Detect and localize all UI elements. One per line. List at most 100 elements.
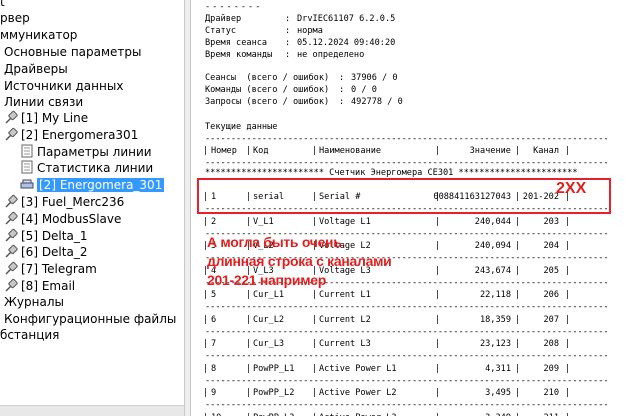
- tree-node-label: рвер: [0, 11, 30, 25]
- plug-icon: [5, 244, 18, 258]
- cell-num: 7: [211, 339, 217, 349]
- tree-node-label: Основные параметры: [4, 45, 142, 59]
- table-row-border: ----------------------------------------…: [205, 351, 609, 361]
- header-name: Наименование: [319, 146, 382, 156]
- tree-node-label: Журналы: [4, 295, 64, 309]
- panel-splitter[interactable]: [184, 0, 191, 416]
- table-separator: |: [203, 315, 209, 325]
- tree-node-logs[interactable]: Журналы: [4, 294, 64, 311]
- tree-node-label: бстанция: [0, 328, 60, 342]
- cell-channel: 208: [543, 339, 559, 349]
- cell-name: Current L3: [319, 339, 371, 349]
- tree-node-line-params[interactable]: Параметры линии: [20, 144, 152, 161]
- table-separator: |: [246, 146, 252, 156]
- table-row-border: ----------------------------------------…: [205, 376, 609, 386]
- session-time-value: 05.12.2024 09:40:20: [297, 38, 396, 48]
- top-separator: --------: [205, 2, 263, 12]
- navigation-tree: t рвер ммуникатор Основные параметры Дра…: [0, 0, 184, 416]
- tree-node-label: Параметры линии: [37, 145, 152, 159]
- cell-code: PowPP_L1: [253, 364, 295, 374]
- cell-code: PowPP_L2: [253, 388, 295, 398]
- tree-node-line-2[interactable]: [2] Energomera301: [4, 127, 138, 144]
- tree-node-line-8[interactable]: [8] Email: [4, 278, 75, 295]
- annotation-line-2: длинная строка с каналами: [207, 253, 392, 269]
- plug-icon: [5, 228, 18, 242]
- plug-icon: [5, 110, 18, 124]
- header-code: Код: [253, 146, 269, 156]
- table-row-border: ----------------------------------------…: [205, 327, 609, 337]
- tree-node-config-files[interactable]: Конфигурационные файлы: [4, 311, 176, 328]
- tree-node-line-5[interactable]: [5] Delta_1: [4, 228, 87, 245]
- document-icon: [21, 160, 33, 174]
- tree-node-main-params[interactable]: Основные параметры: [4, 44, 142, 61]
- table-separator: |: [565, 241, 571, 251]
- tree-node-line-3[interactable]: [3] Fuel_Merc236: [4, 194, 124, 211]
- tree-node-line-stats[interactable]: Статистика линии: [20, 160, 153, 177]
- tree-node-energomera-device[interactable]: [2] Energomera_301: [20, 177, 165, 194]
- tree-node-label: [2] Energomera301: [21, 128, 139, 142]
- cell-channel: 206: [543, 290, 559, 300]
- header-channel: Канал: [533, 146, 559, 156]
- table-separator: |: [246, 290, 252, 300]
- annotation-badge: 2XX: [556, 180, 587, 197]
- annotation-line-1: А могла быть очень: [207, 234, 342, 250]
- tree-node-label: [8] Email: [21, 279, 76, 293]
- tree-node-comm-lines[interactable]: Линии связи: [4, 94, 83, 111]
- status-label: Статус: [205, 26, 237, 36]
- cell-num: 6: [211, 315, 217, 325]
- colon: :: [285, 14, 296, 24]
- tree-node-line-1[interactable]: [1] My Line: [4, 110, 88, 127]
- cell-channel: 204: [543, 241, 559, 251]
- device-icon: [20, 179, 34, 189]
- cell-channel: 205: [543, 266, 559, 276]
- driver-value: DrvIEC61107 6.2.0.5: [297, 14, 396, 24]
- sessions-label: Сеансы (всего / ошибок): [205, 73, 330, 83]
- table-separator: |: [246, 364, 252, 374]
- table-border: ----------------------------------------…: [205, 134, 609, 144]
- table-separator: |: [565, 146, 571, 156]
- command-time-value: не определено: [297, 50, 365, 60]
- table-row-border: ----------------------------------------…: [205, 302, 609, 312]
- table-border: ----------------------------------------…: [205, 158, 609, 168]
- tree-node-substation[interactable]: бстанция: [0, 327, 59, 344]
- plug-icon: [5, 278, 18, 292]
- table-separator: |: [246, 339, 252, 349]
- plug-icon: [5, 194, 18, 208]
- colon: :: [339, 85, 350, 95]
- colon: :: [339, 97, 350, 107]
- cell-num: 2: [211, 217, 217, 227]
- cell-num: 9: [211, 388, 217, 398]
- tree-node-label: [2] Energomera_301: [37, 178, 165, 192]
- cell-code: Cur_L1: [253, 290, 285, 300]
- table-separator: |: [203, 339, 209, 349]
- tree-node-label: Конфигурационные файлы: [4, 312, 177, 326]
- table-separator: |: [565, 339, 571, 349]
- tree-node-server[interactable]: рвер: [0, 10, 30, 27]
- cell-name: Voltage L1: [319, 217, 371, 227]
- tree-node-line-6[interactable]: [6] Delta_2: [4, 244, 87, 261]
- tree-horizontal-scrollbar[interactable]: [0, 405, 184, 416]
- tree-node-data-sources[interactable]: Источники данных: [4, 78, 123, 95]
- table-separator: |: [312, 364, 318, 374]
- tree-node-communicator[interactable]: ммуникатор: [0, 27, 77, 44]
- table-separator: |: [246, 315, 252, 325]
- colon: :: [285, 50, 296, 60]
- tree-node-line-4[interactable]: [4] ModbusSlave: [4, 211, 121, 228]
- status-value: норма: [297, 26, 323, 36]
- table-separator: |: [246, 388, 252, 398]
- tree-node-label: ммуникатор: [0, 28, 78, 42]
- requests-value: 492778 / 0: [351, 97, 403, 107]
- highlight-box: [197, 178, 611, 214]
- plug-icon: [5, 211, 18, 225]
- current-data-title: Текущие данные: [205, 122, 278, 132]
- tree-node-label: [4] ModbusSlave: [21, 212, 122, 226]
- cell-name: Active Power L2: [319, 388, 397, 398]
- tree-node-line-7[interactable]: [7] Telegram: [4, 261, 97, 278]
- tree-node-label: [5] Delta_1: [21, 229, 88, 243]
- tree-node-label: Драйверы: [4, 62, 68, 76]
- table-separator: |: [312, 339, 318, 349]
- colon: :: [285, 26, 296, 36]
- table-separator: |: [203, 217, 209, 227]
- tree-node-drivers[interactable]: Драйверы: [4, 61, 68, 78]
- cell-code: V_L1: [253, 217, 274, 227]
